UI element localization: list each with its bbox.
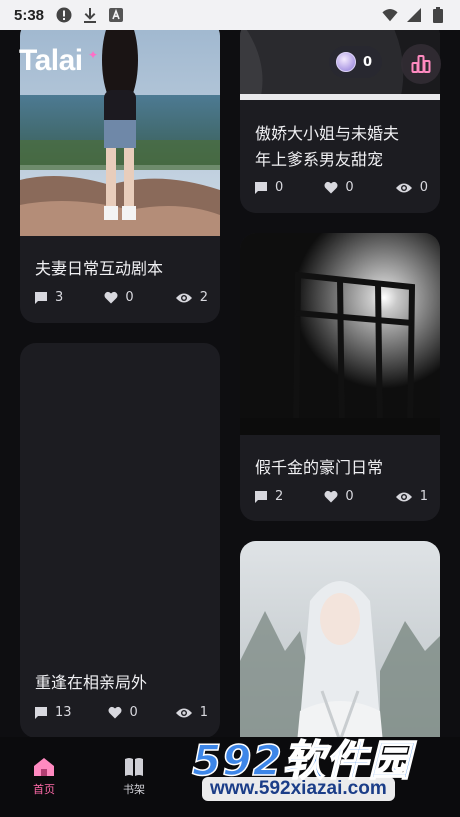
- nav-home-label: 首页: [33, 783, 55, 796]
- nav-bookshelf-label: 书架: [123, 783, 145, 796]
- comment-icon: [255, 490, 267, 503]
- comment-stat: 2: [254, 489, 283, 504]
- comment-stat: 0: [254, 180, 283, 195]
- bar-chart-icon: [411, 55, 431, 73]
- comment-count: 2: [275, 489, 284, 504]
- like-count: 0: [345, 489, 354, 504]
- story-cover-image: [240, 233, 440, 435]
- eye-icon: [395, 492, 412, 501]
- story-stats: 0 0 0: [254, 180, 428, 195]
- story-card[interactable]: 假千金的豪门日常 2 0 1: [240, 233, 440, 521]
- nav-home[interactable]: 首页: [14, 757, 74, 797]
- view-count: 0: [419, 180, 428, 195]
- view-count: 1: [419, 489, 428, 504]
- story-card[interactable]: 重逢在相亲局外 13 0 1: [20, 343, 220, 738]
- like-stat: 0: [108, 705, 138, 720]
- comment-icon: [255, 181, 267, 194]
- coin-icon: [336, 52, 356, 72]
- book-icon: [125, 758, 143, 776]
- like-stat: 0: [104, 290, 134, 305]
- comment-count: 0: [275, 180, 284, 195]
- view-count: 2: [199, 290, 208, 305]
- comment-icon: [35, 291, 47, 304]
- site-watermark: 592软件园 www.592xiazai.com: [188, 717, 460, 817]
- a-box-icon: [108, 7, 124, 23]
- coin-count: 0: [363, 54, 373, 70]
- comment-icon: [35, 706, 47, 719]
- status-bar: 5:38: [0, 0, 460, 30]
- battery-icon: [430, 7, 446, 23]
- eye-icon: [395, 183, 412, 192]
- story-title: 夫妻日常互动剧本: [35, 259, 164, 278]
- home-icon: [34, 758, 54, 776]
- comment-count: 13: [55, 705, 72, 720]
- heart-icon: [104, 291, 118, 304]
- like-count: 0: [125, 290, 134, 305]
- download-icon: [82, 7, 98, 23]
- app-logo: Talai: [19, 44, 83, 77]
- signal-icon: [406, 7, 422, 23]
- ranking-button[interactable]: [401, 44, 441, 84]
- alert-circle-icon: [56, 7, 72, 23]
- like-count: 0: [129, 705, 138, 720]
- heart-icon: [108, 706, 122, 719]
- comment-stat: 13: [34, 705, 72, 720]
- status-time: 5:38: [14, 6, 45, 24]
- nav-bookshelf[interactable]: 书架: [104, 757, 164, 797]
- story-title-line: 年上爹系男友甜宠: [255, 150, 384, 169]
- status-system-icons: [382, 7, 446, 23]
- comment-stat: 3: [34, 290, 63, 305]
- like-stat: 0: [324, 180, 354, 195]
- story-title: 重逢在相亲局外: [35, 673, 148, 692]
- heart-icon: [324, 490, 338, 503]
- like-stat: 0: [324, 489, 354, 504]
- eye-icon: [175, 293, 192, 302]
- story-stats: 13 0 1: [34, 705, 208, 720]
- heart-icon: [324, 181, 338, 194]
- coin-balance-button[interactable]: 0: [329, 46, 382, 78]
- wifi-icon: [382, 7, 398, 23]
- view-stat: 1: [395, 489, 428, 504]
- watermark-url: www.592xiazai.com: [202, 777, 395, 801]
- story-stats: 2 0 1: [254, 489, 428, 504]
- like-count: 0: [345, 180, 354, 195]
- view-stat: 0: [395, 180, 428, 195]
- comment-count: 3: [55, 290, 64, 305]
- story-title: 假千金的豪门日常: [255, 458, 384, 477]
- status-notification-icons: [56, 7, 124, 23]
- story-title: 傲娇大小姐与未婚夫 年上爹系男友甜宠: [255, 121, 399, 173]
- view-stat: 2: [175, 290, 208, 305]
- story-title-line: 傲娇大小姐与未婚夫: [255, 124, 400, 143]
- story-stats: 3 0 2: [34, 290, 208, 305]
